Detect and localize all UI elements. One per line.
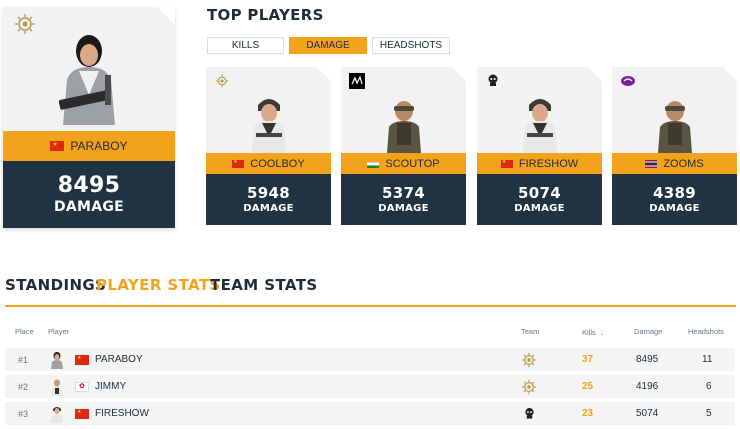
row-damage: 4196 <box>636 381 659 392</box>
avatar <box>50 402 64 425</box>
column-header-kills[interactable]: Kills ↓ <box>582 327 604 337</box>
thailand-flag-icon <box>645 159 658 168</box>
top-player-stat-value: 5374 <box>382 184 425 202</box>
section-divider <box>5 305 736 307</box>
card-corner-cut <box>452 67 466 81</box>
top-player-name-bar: ★ FIRESHOW <box>477 153 602 174</box>
row-headshots: 6 <box>706 381 712 392</box>
column-header-damage[interactable]: Damage <box>634 327 662 336</box>
tab-player-stats[interactable]: PLAYER STATS <box>96 276 221 294</box>
top-player-name-bar: SCOUTOP <box>341 153 466 174</box>
top-player-stat-unit: DAMAGE <box>243 203 294 214</box>
skull-logo-icon <box>485 73 501 89</box>
top-players-title: TOP PLAYERS <box>207 6 324 24</box>
row-damage: 8495 <box>636 354 659 365</box>
tab-standings[interactable]: STANDINGS <box>5 276 106 294</box>
sun-emblem-icon <box>521 375 537 398</box>
top-player-stat-value: 4389 <box>653 184 696 202</box>
row-headshots: 11 <box>702 354 713 365</box>
top-player-stat-box: 5374 DAMAGE <box>341 174 466 225</box>
filter-tab-label: HEADSHOTS <box>379 40 443 51</box>
sort-down-arrow-icon: ↓ <box>599 327 605 337</box>
filter-tab-damage[interactable]: DAMAGE <box>289 37 367 54</box>
player-avatar <box>645 91 705 153</box>
table-row[interactable]: #3 ★ FIRESHOW 23 5074 5 <box>5 402 735 425</box>
player-avatar <box>510 91 570 153</box>
player-avatar <box>374 91 434 153</box>
top-player-stat-unit: DAMAGE <box>378 203 429 214</box>
filter-tab-headshots[interactable]: HEADSHOTS <box>372 37 450 54</box>
top-player-name: FIRESHOW <box>518 157 579 170</box>
china-flag-icon: ★ <box>232 159 245 168</box>
column-header-player[interactable]: Player <box>48 327 69 336</box>
row-headshots: 5 <box>706 408 712 419</box>
card-corner-cut <box>588 67 602 81</box>
row-kills: 23 <box>582 408 594 419</box>
player-avatar <box>239 91 299 153</box>
top-player-card[interactable]: ★ COOLBOY 5948 DAMAGE <box>206 67 331 225</box>
top-player-name-bar: ZOOMS <box>612 153 737 174</box>
leader-stat-box: 8495 DAMAGE <box>3 161 175 228</box>
china-flag-icon: ★ <box>75 348 89 371</box>
china-flag-icon: ★ <box>50 141 65 151</box>
card-corner-cut <box>723 67 737 81</box>
tab-team-stats[interactable]: TEAM STATS <box>210 276 318 294</box>
row-kills: 25 <box>582 381 594 392</box>
table-row[interactable]: #1 ★ PARABOY 37 8495 11 <box>5 348 735 371</box>
leader-card[interactable]: ★ PARABOY 8495 DAMAGE <box>3 7 175 228</box>
row-player-name[interactable]: PARABOY <box>95 348 143 371</box>
leader-name: PARABOY <box>70 139 128 153</box>
filter-tab-label: KILLS <box>231 40 260 51</box>
top-player-stat-value: 5948 <box>247 184 290 202</box>
row-place: #1 <box>18 354 29 365</box>
row-place: #3 <box>18 408 29 419</box>
purple-swirl-logo-icon <box>620 73 636 89</box>
column-header-kills-label: Kills <box>582 327 596 337</box>
column-header-team[interactable]: Team <box>521 327 539 336</box>
row-player-name[interactable]: JIMMY <box>95 375 126 398</box>
column-header-headshots[interactable]: Headshots <box>688 327 724 336</box>
skull-logo-icon <box>524 402 535 425</box>
row-place: #2 <box>18 381 29 392</box>
top-player-stat-box: 4389 DAMAGE <box>612 174 737 225</box>
row-kills: 37 <box>582 354 594 365</box>
card-corner-cut <box>157 7 175 25</box>
leader-stat-value: 8495 <box>57 172 121 198</box>
top-player-name: ZOOMS <box>663 157 704 170</box>
top-player-card[interactable]: ★ FIRESHOW 5074 DAMAGE <box>477 67 602 225</box>
china-flag-icon: ★ <box>75 402 89 425</box>
leader-stat-unit: DAMAGE <box>53 198 125 215</box>
card-corner-cut <box>317 67 331 81</box>
avatar <box>50 348 64 371</box>
row-player-name[interactable]: FIRESHOW <box>95 402 149 425</box>
taiwan-flag-icon: ✿ <box>75 375 89 398</box>
sun-emblem-icon <box>521 348 537 371</box>
filter-tab-kills[interactable]: KILLS <box>207 37 284 54</box>
sun-emblem-icon <box>13 12 37 38</box>
top-player-stat-unit: DAMAGE <box>649 203 700 214</box>
top-player-card[interactable]: ZOOMS 4389 DAMAGE <box>612 67 737 225</box>
sun-emblem-icon <box>214 73 230 89</box>
top-player-stat-unit: DAMAGE <box>514 203 565 214</box>
india-flag-icon <box>367 159 380 168</box>
top-player-stat-value: 5074 <box>518 184 561 202</box>
top-player-name: COOLBOY <box>250 157 305 170</box>
avatar <box>50 375 64 398</box>
column-header-place: Place <box>15 327 34 336</box>
signature-logo-icon <box>349 73 365 89</box>
row-damage: 5074 <box>636 408 659 419</box>
top-player-name: SCOUTOP <box>385 157 440 170</box>
filter-tab-label: DAMAGE <box>306 40 350 51</box>
top-player-name-bar: ★ COOLBOY <box>206 153 331 174</box>
top-player-stat-box: 5074 DAMAGE <box>477 174 602 225</box>
china-flag-icon: ★ <box>500 159 513 168</box>
top-player-card[interactable]: SCOUTOP 5374 DAMAGE <box>341 67 466 225</box>
table-row[interactable]: #2 ✿ JIMMY 25 4196 6 <box>5 375 735 398</box>
leader-name-bar: ★ PARABOY <box>3 131 175 161</box>
top-player-stat-box: 5948 DAMAGE <box>206 174 331 225</box>
player-avatar <box>44 25 134 125</box>
